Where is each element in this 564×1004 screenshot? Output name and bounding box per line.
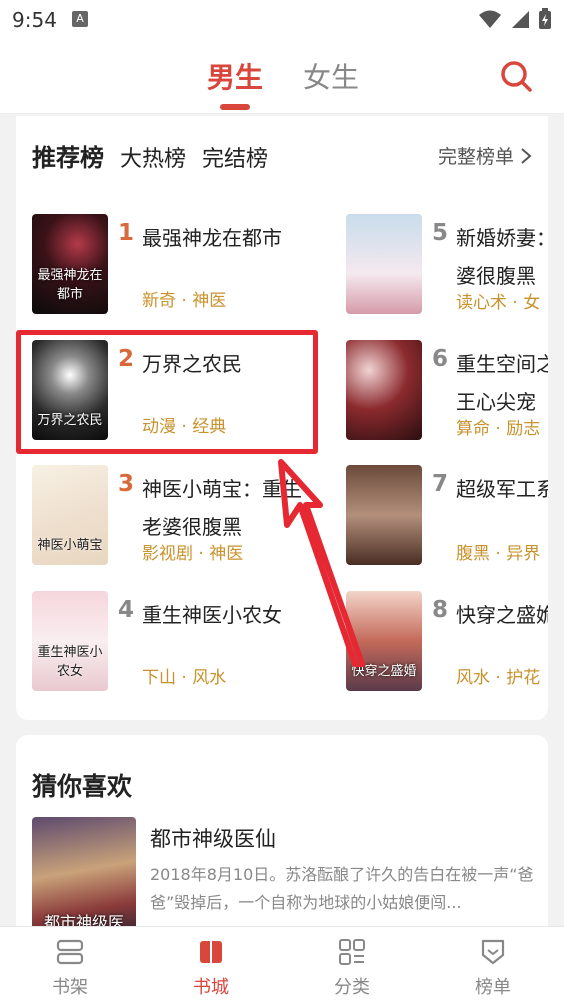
tab-hot-ranking[interactable]: 大热榜 [120, 141, 186, 173]
ranking-tabs: 推荐榜 大热榜 完结榜 [32, 138, 268, 173]
notification-a-icon: A [72, 11, 88, 27]
rank-number: 4 [118, 597, 135, 623]
ranking-icon [481, 939, 505, 965]
guess-section-title: 猜你喜欢 [32, 772, 133, 801]
book-title-line2: 王心尖宠 [456, 390, 536, 414]
status-bar: 9:54 A [0, 0, 564, 40]
tab-female[interactable]: 女生 [303, 56, 359, 96]
book-title: 快穿之盛姽 [456, 603, 548, 627]
cover-text: 快穿之盛婚 [351, 664, 417, 679]
status-icons [478, 8, 552, 30]
book-item-7[interactable]: 7 超级军工系 腹黑 · 异界 [346, 465, 548, 569]
guess-you-like-card: 猜你喜欢 都市神级医 都市神级医仙 2018年8月10日。苏洛酝酿了许久的告白在… [16, 735, 548, 937]
book-cover[interactable]: 最强神龙在都市 [32, 214, 108, 314]
nav-category[interactable]: 分类 [302, 937, 402, 999]
book-city-icon [200, 941, 222, 963]
book-title: 超级军工系 [456, 477, 548, 501]
tab-recommend-ranking[interactable]: 推荐榜 [32, 138, 104, 173]
rank-number: 5 [432, 220, 449, 246]
tab-indicator [220, 104, 250, 110]
rank-number: 3 [118, 471, 135, 497]
highlight-box [16, 330, 318, 454]
nav-label: 书架 [52, 977, 88, 998]
book-title-line2: 老婆很腹黑 [142, 515, 242, 539]
book-item-1[interactable]: 最强神龙在都市 1 最强神龙在都市 新奇 · 神医 [32, 214, 332, 318]
book-cover[interactable] [346, 214, 422, 314]
nav-bookshelf[interactable]: 书架 [20, 937, 120, 999]
book-item-6[interactable]: 6 重生空间之 王心尖宠 算命 · 励志 [346, 340, 548, 444]
rank-number: 1 [118, 220, 135, 246]
book-cover[interactable]: 快穿之盛婚 [346, 591, 422, 691]
bottom-navigation: 书架 书城 分类 榜单 [0, 926, 564, 1004]
book-tags: 下山 · 风水 [142, 668, 227, 688]
status-time: 9:54 [12, 8, 57, 32]
cover-text: 最强神龙在都市 [37, 268, 103, 302]
chevron-right-icon [521, 147, 532, 164]
book-item-8[interactable]: 快穿之盛婚 8 快穿之盛姽 风水 · 护花 [346, 591, 548, 695]
category-icon [339, 939, 365, 965]
book-cover[interactable]: 都市神级医 [32, 817, 136, 937]
book-title-line2: 婆很腹黑 [456, 264, 536, 288]
rank-number: 7 [432, 471, 449, 497]
battery-icon [539, 8, 551, 29]
top-tab-bar: 男生 女生 [0, 40, 564, 114]
book-tags: 风水 · 护花 [456, 668, 541, 688]
book-tags: 影视剧 · 神医 [142, 544, 244, 564]
nav-label: 榜单 [475, 977, 511, 998]
book-tags: 新奇 · 神医 [142, 291, 227, 311]
rank-number: 6 [432, 346, 449, 372]
book-tags: 腹黑 · 异界 [456, 544, 541, 564]
signal-icon [512, 11, 529, 28]
wifi-icon [479, 10, 501, 28]
tab-male[interactable]: 男生 [207, 56, 263, 96]
nav-label: 分类 [334, 977, 370, 998]
guess-book-description: 2018年8月10日。苏洛酝酿了许久的告白在被一声“爸爸”毁掉后，一个自称为地球… [150, 865, 534, 912]
nav-book-city[interactable]: 书城 [161, 937, 261, 999]
cover-text: 神医小萌宝 [37, 538, 103, 553]
rank-number: 8 [432, 597, 449, 623]
book-title: 重生神医小农女 [142, 603, 282, 627]
book-cover[interactable] [346, 465, 422, 565]
nav-label: 书城 [193, 977, 229, 998]
search-icon[interactable] [498, 58, 534, 94]
nav-ranking[interactable]: 榜单 [443, 937, 543, 999]
full-list-link[interactable]: 完整榜单 [438, 142, 532, 169]
book-cover[interactable]: 神医小萌宝 [32, 465, 108, 565]
book-title: 最强神龙在都市 [142, 226, 282, 250]
guess-book-title[interactable]: 都市神级医仙 [150, 823, 276, 853]
book-tags: 算命 · 励志 [456, 419, 541, 439]
tab-completed-ranking[interactable]: 完结榜 [202, 141, 268, 173]
book-tags: 读心术 · 女 [456, 293, 541, 313]
book-title: 新婚娇妻： [456, 226, 548, 250]
book-item-3[interactable]: 神医小萌宝 3 神医小萌宝：重生 老婆很腹黑 影视剧 · 神医 [32, 465, 332, 569]
book-cover[interactable] [346, 340, 422, 440]
book-title: 神医小萌宝：重生 [142, 477, 302, 501]
book-cover[interactable]: 重生神医小农女 [32, 591, 108, 691]
full-list-label: 完整榜单 [437, 146, 514, 168]
bookshelf-icon [56, 939, 84, 965]
book-item-4[interactable]: 重生神医小农女 4 重生神医小农女 下山 · 风水 [32, 591, 332, 695]
book-item-5[interactable]: 5 新婚娇妻： 婆很腹黑 读心术 · 女 [346, 214, 548, 318]
book-title: 重生空间之 [456, 352, 548, 376]
cover-text: 重生神医小农女 [37, 645, 103, 679]
